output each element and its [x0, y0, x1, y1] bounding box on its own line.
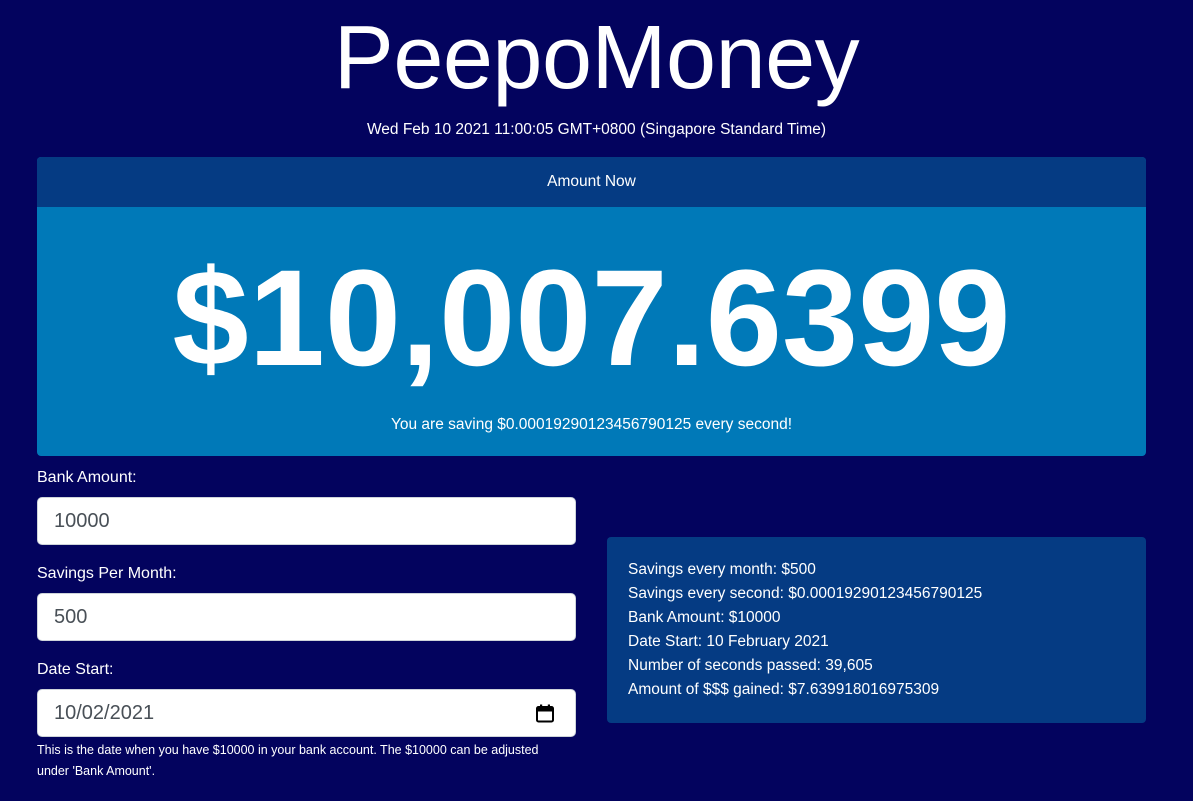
- date-start-help-text: This is the date when you have $10000 in…: [37, 743, 539, 778]
- app-title: PeepoMoney: [333, 8, 860, 108]
- saving-rate-text: You are saving $0.00019290123456790125 e…: [390, 416, 793, 433]
- bank-amount-label: Bank Amount:: [37, 469, 137, 486]
- date-start-label: Date Start:: [37, 661, 114, 678]
- date-start-group: Date Start: This is the date when you ha…: [37, 660, 576, 782]
- calendar-icon[interactable]: [535, 703, 555, 723]
- summary-line-savings-per-month: Savings every month: $500: [628, 561, 816, 578]
- summary-line-bank-amount: Bank Amount: $10000: [628, 609, 781, 626]
- savings-per-month-group: Savings Per Month:: [37, 564, 576, 641]
- summary-line-seconds-passed: Number of seconds passed: 39,605: [628, 657, 873, 674]
- current-amount: $10,007.6399: [172, 242, 1011, 395]
- summary-panel: Savings every month: $500 Savings every …: [607, 537, 1146, 723]
- summary-line-savings-per-second: Savings every second: $0.000192901234567…: [628, 585, 983, 602]
- date-start-input[interactable]: [37, 689, 576, 737]
- bank-amount-group: Bank Amount:: [37, 468, 576, 545]
- current-datetime: Wed Feb 10 2021 11:00:05 GMT+0800 (Singa…: [366, 121, 827, 138]
- savings-form: Bank Amount: Savings Per Month: Date Sta…: [37, 468, 576, 782]
- date-start-input-wrap: [37, 689, 576, 737]
- bank-amount-input-wrap: [37, 497, 576, 545]
- summary-line-date-start: Date Start: 10 February 2021: [628, 633, 829, 650]
- bank-amount-input[interactable]: [37, 497, 576, 545]
- amount-card: Amount Now $10,007.6399 You are saving $…: [37, 157, 1146, 456]
- summary-line-amount-gained: Amount of $$$ gained: $7.639918016975309: [628, 681, 940, 698]
- app-root: PeepoMoney Wed Feb 10 2021 11:00:05 GMT+…: [0, 0, 1193, 801]
- savings-per-month-input-wrap: [37, 593, 576, 641]
- savings-per-month-input[interactable]: [37, 593, 576, 641]
- savings-per-month-label: Savings Per Month:: [37, 565, 177, 582]
- amount-card-header: Amount Now: [37, 157, 1146, 207]
